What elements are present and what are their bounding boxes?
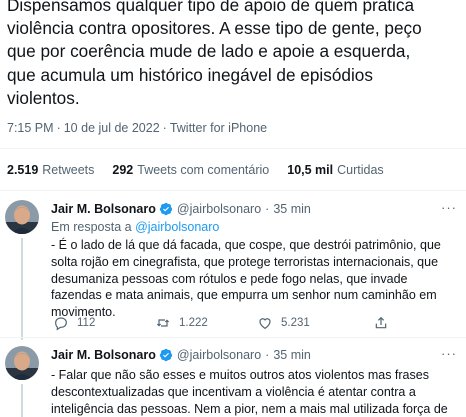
- reply-header: Jair M. Bolsonaro @jairbolsonaro · 35 mi…: [51, 202, 311, 216]
- retweet-count: 1.222: [179, 317, 208, 329]
- reply-tweet[interactable]: Jair M. Bolsonaro @jairbolsonaro · 35 mi…: [0, 200, 466, 340]
- tweet-detail-page: Dispensamos qualquer tipo de apoio de qu…: [0, 0, 466, 417]
- reply-time[interactable]: 35 min: [273, 202, 311, 216]
- header-separator: ·: [265, 202, 270, 216]
- tweet-date[interactable]: 10 de jul de 2022: [64, 121, 160, 135]
- author-handle[interactable]: @jairbolsonaro: [177, 348, 261, 362]
- divider: [0, 148, 466, 149]
- main-tweet-text: Dispensamos qualquer tipo de apoio de qu…: [7, 0, 422, 108]
- share-icon: [375, 316, 387, 329]
- engagement-stats: 2.519 Retweets 292 Tweets com comentário 1…: [7, 163, 384, 177]
- reply-text: - Falar que não são esses e muitos outro…: [51, 368, 448, 416]
- tweet-meta: 7:15 PM · 10 de jul de 2022 · Twitter fo…: [7, 121, 267, 135]
- avatar[interactable]: [5, 346, 39, 380]
- verified-badge-icon: [159, 348, 173, 362]
- reply-actions: 112 1.222 5.231: [51, 315, 451, 333]
- thread-line: [21, 238, 23, 340]
- like-action[interactable]: 5.231: [257, 315, 310, 331]
- heart-icon: [259, 318, 271, 330]
- reply-count: 112: [77, 317, 96, 329]
- retweet-icon: [156, 319, 170, 327]
- reply-time[interactable]: 35 min: [273, 348, 311, 362]
- meta-separator: ·: [56, 121, 61, 135]
- reply-header: Jair M. Bolsonaro @jairbolsonaro · 35 mi…: [51, 348, 311, 362]
- reply-text: - É o lado de lá que dá facada, que cosp…: [51, 238, 441, 320]
- verified-badge-icon: [159, 202, 173, 216]
- avatar[interactable]: [5, 200, 39, 234]
- more-options-icon[interactable]: ···: [440, 200, 458, 215]
- likes-stat[interactable]: 10,5 mil Curtidas: [287, 163, 383, 177]
- like-count: 5.231: [281, 317, 310, 329]
- share-action[interactable]: [373, 315, 389, 331]
- divider: [0, 337, 466, 338]
- divider: [0, 190, 466, 191]
- quotes-stat[interactable]: 292 Tweets com comentário: [112, 163, 269, 177]
- author-name[interactable]: Jair M. Bolsonaro: [51, 348, 156, 362]
- header-separator: ·: [265, 348, 270, 362]
- author-handle[interactable]: @jairbolsonaro: [177, 202, 261, 216]
- retweets-stat[interactable]: 2.519 Retweets: [7, 163, 94, 177]
- tweet-time[interactable]: 7:15 PM: [7, 121, 54, 135]
- reply-tweet[interactable]: Jair M. Bolsonaro @jairbolsonaro · 35 mi…: [0, 346, 466, 417]
- tweet-source[interactable]: Twitter for iPhone: [170, 121, 267, 135]
- comment-icon: [55, 317, 67, 331]
- meta-separator: ·: [162, 121, 167, 135]
- author-name[interactable]: Jair M. Bolsonaro: [51, 202, 156, 216]
- reply-context: Em resposta a @jairbolsonaro: [51, 220, 219, 234]
- reply-handle-link[interactable]: @jairbolsonaro: [135, 220, 219, 234]
- retweet-action[interactable]: 1.222: [155, 315, 208, 331]
- thread-line: [21, 384, 23, 417]
- more-options-icon[interactable]: ···: [440, 346, 458, 361]
- reply-action[interactable]: 112: [53, 315, 95, 331]
- reply-prefix: Em resposta a: [51, 220, 132, 234]
